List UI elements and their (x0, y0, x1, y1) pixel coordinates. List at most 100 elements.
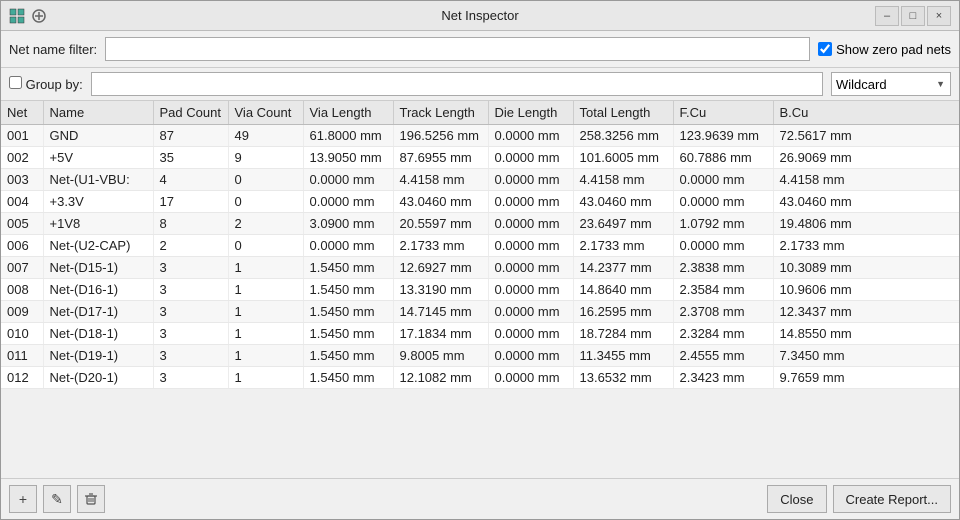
table-cell: 007 (1, 257, 43, 279)
table-row[interactable]: 002+5V35913.9050 mm87.6955 mm0.0000 mm10… (1, 147, 959, 169)
table-cell: 1 (228, 301, 303, 323)
table-cell: 2.3284 mm (673, 323, 773, 345)
add-button[interactable]: + (9, 485, 37, 513)
table-cell: 009 (1, 301, 43, 323)
table-cell: 0 (228, 169, 303, 191)
table-cell: 3 (153, 323, 228, 345)
table-cell: 87.6955 mm (393, 147, 488, 169)
wildcard-select[interactable]: Wildcard Regex (831, 72, 951, 96)
table-cell: 16.2595 mm (573, 301, 673, 323)
table-cell: 0.0000 mm (488, 345, 573, 367)
minimize-button[interactable]: – (875, 6, 899, 26)
table-cell: +5V (43, 147, 153, 169)
table-cell: 12.3437 mm (773, 301, 959, 323)
show-zero-pad-checkbox[interactable] (818, 42, 832, 56)
table-cell: 0.0000 mm (488, 147, 573, 169)
table-cell: 1 (228, 323, 303, 345)
table-cell: 1.0792 mm (673, 213, 773, 235)
table-row[interactable]: 008Net-(D16-1)311.5450 mm13.3190 mm0.000… (1, 279, 959, 301)
close-button[interactable]: × (927, 6, 951, 26)
table-cell: 3 (153, 345, 228, 367)
table-row[interactable]: 007Net-(D15-1)311.5450 mm12.6927 mm0.000… (1, 257, 959, 279)
table-cell: 43.0460 mm (773, 191, 959, 213)
col-header-net[interactable]: Net (1, 101, 43, 125)
groupby-checkbox[interactable] (9, 76, 22, 89)
table-cell: 196.5256 mm (393, 125, 488, 147)
table-cell: 19.4806 mm (773, 213, 959, 235)
groupby-checkbox-label[interactable]: Group by: (9, 76, 83, 92)
table-cell: 0.0000 mm (488, 213, 573, 235)
table-cell: 7.3450 mm (773, 345, 959, 367)
table-row[interactable]: 009Net-(D17-1)311.5450 mm14.7145 mm0.000… (1, 301, 959, 323)
table-cell: 0.0000 mm (488, 125, 573, 147)
table-cell: 17.1834 mm (393, 323, 488, 345)
table-cell: 14.8640 mm (573, 279, 673, 301)
filter-label: Net name filter: (9, 42, 97, 57)
table-cell: 0.0000 mm (488, 191, 573, 213)
secondary-icon (31, 8, 47, 24)
table-row[interactable]: 006Net-(U2-CAP)200.0000 mm2.1733 mm0.000… (1, 235, 959, 257)
table-cell: 2.1733 mm (773, 235, 959, 257)
table-cell: 61.8000 mm (303, 125, 393, 147)
table-cell: 9.7659 mm (773, 367, 959, 389)
table-cell: Net-(U1-VBU: (43, 169, 153, 191)
col-header-tracklength[interactable]: Track Length (393, 101, 488, 125)
table-cell: 10.9606 mm (773, 279, 959, 301)
col-header-dielength[interactable]: Die Length (488, 101, 573, 125)
table-cell: 010 (1, 323, 43, 345)
app-icon (9, 8, 25, 24)
delete-button[interactable] (77, 485, 105, 513)
table-cell: 3 (153, 301, 228, 323)
table-cell: 11.3455 mm (573, 345, 673, 367)
table-cell: 0 (228, 191, 303, 213)
maximize-button[interactable]: □ (901, 6, 925, 26)
net-table-container[interactable]: Net Name Pad Count Via Count Via Length … (1, 101, 959, 478)
col-header-totallength[interactable]: Total Length (573, 101, 673, 125)
table-cell: 13.3190 mm (393, 279, 488, 301)
table-row[interactable]: 005+1V8823.0900 mm20.5597 mm0.0000 mm23.… (1, 213, 959, 235)
table-row[interactable]: 012Net-(D20-1)311.5450 mm12.1082 mm0.000… (1, 367, 959, 389)
table-cell: 2.4555 mm (673, 345, 773, 367)
table-cell: 35 (153, 147, 228, 169)
wildcard-wrapper: Wildcard Regex (831, 72, 951, 96)
close-button[interactable]: Close (767, 485, 826, 513)
edit-button[interactable]: ✎ (43, 485, 71, 513)
titlebar: Net Inspector – □ × (1, 1, 959, 31)
table-cell: 43.0460 mm (573, 191, 673, 213)
table-cell: 2.3423 mm (673, 367, 773, 389)
table-cell: 258.3256 mm (573, 125, 673, 147)
table-cell: 2.3838 mm (673, 257, 773, 279)
groupby-input[interactable] (91, 72, 823, 96)
table-row[interactable]: 004+3.3V1700.0000 mm43.0460 mm0.0000 mm4… (1, 191, 959, 213)
create-report-button[interactable]: Create Report... (833, 485, 952, 513)
table-row[interactable]: 001GND874961.8000 mm196.5256 mm0.0000 mm… (1, 125, 959, 147)
table-cell: 0.0000 mm (488, 301, 573, 323)
table-row[interactable]: 003Net-(U1-VBU:400.0000 mm4.4158 mm0.000… (1, 169, 959, 191)
col-header-viacount[interactable]: Via Count (228, 101, 303, 125)
col-header-padcount[interactable]: Pad Count (153, 101, 228, 125)
col-header-name[interactable]: Name (43, 101, 153, 125)
table-cell: 4.4158 mm (393, 169, 488, 191)
table-cell: 26.9069 mm (773, 147, 959, 169)
table-cell: 9.8005 mm (393, 345, 488, 367)
table-row[interactable]: 011Net-(D19-1)311.5450 mm9.8005 mm0.0000… (1, 345, 959, 367)
table-cell: 1.5450 mm (303, 345, 393, 367)
table-cell: 14.2377 mm (573, 257, 673, 279)
table-row[interactable]: 010Net-(D18-1)311.5450 mm17.1834 mm0.000… (1, 323, 959, 345)
col-header-fcu[interactable]: F.Cu (673, 101, 773, 125)
table-cell: 4 (153, 169, 228, 191)
table-cell: 0.0000 mm (303, 235, 393, 257)
table-cell: Net-(D17-1) (43, 301, 153, 323)
table-cell: 2.1733 mm (393, 235, 488, 257)
table-cell: 004 (1, 191, 43, 213)
table-cell: 12.1082 mm (393, 367, 488, 389)
table-cell: +3.3V (43, 191, 153, 213)
table-cell: 1 (228, 257, 303, 279)
show-zero-pad-label[interactable]: Show zero pad nets (818, 42, 951, 57)
col-header-vialength[interactable]: Via Length (303, 101, 393, 125)
table-cell: 87 (153, 125, 228, 147)
net-name-filter-input[interactable] (105, 37, 810, 61)
table-cell: 0.0000 mm (488, 235, 573, 257)
col-header-bcu[interactable]: B.Cu (773, 101, 959, 125)
table-cell: Net-(D18-1) (43, 323, 153, 345)
